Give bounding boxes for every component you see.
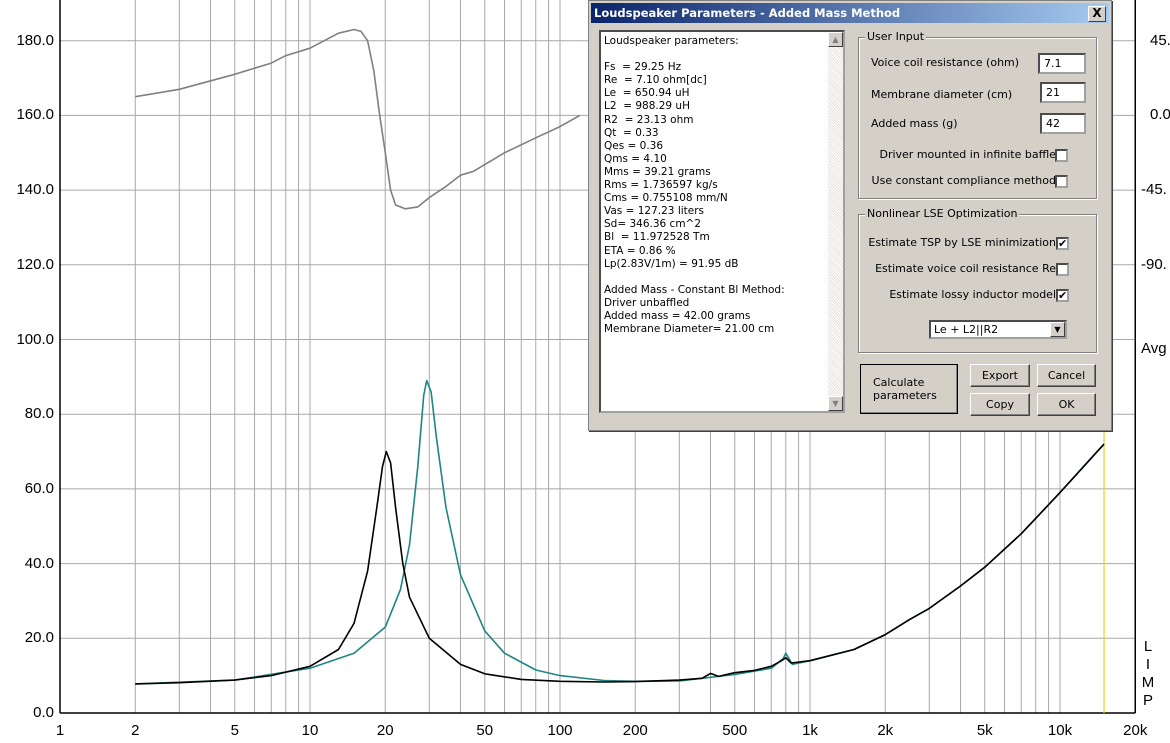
x-tick-label: 5k — [976, 722, 993, 739]
dialog-title: Loudspeaker Parameters - Added Mass Meth… — [594, 6, 901, 20]
inductor-model-select[interactable]: Le + L2||R2 ▼ — [929, 320, 1067, 339]
x-tick-label: 2 — [131, 722, 140, 739]
infinite-baffle-label: Driver mounted in infinite baffle — [879, 148, 1056, 161]
result-line: Sd= 346.36 cm^2 — [604, 218, 702, 231]
y2-tick-label: 45. — [1150, 31, 1170, 49]
y-tick-label: 60.0 — [24, 479, 54, 497]
side-letter: P — [1142, 692, 1153, 709]
result-line: Fs = 29.25 Hz — [604, 61, 682, 74]
y2-tick-label: -45. — [1141, 181, 1167, 199]
x-tick-label: 100 — [547, 722, 573, 739]
x-tick-label: 10k — [1047, 722, 1073, 739]
cancel-button[interactable]: Cancel — [1037, 364, 1096, 387]
result-line: Qes = 0.36 — [604, 139, 664, 152]
ok-button[interactable]: OK — [1037, 393, 1096, 416]
result-line: Membrane Diameter= 21.00 cm — [604, 323, 775, 336]
side-letter: L — [1143, 638, 1153, 655]
result-line — [604, 271, 785, 284]
x-tick-label: 1 — [55, 722, 65, 739]
y-tick-label: 180.0 — [16, 31, 54, 49]
x-tick-label: 5 — [230, 722, 239, 739]
group-label: User Input — [865, 30, 927, 43]
lse-optimization-group: Nonlinear LSE Optimization Estimate TSP … — [858, 207, 1097, 353]
results-textbox[interactable]: Loudspeaker parameters: Fs = 29.25 Hz Re … — [599, 30, 845, 413]
x-tick-label: 20 — [376, 722, 394, 739]
lossy-inductor-checkbox[interactable]: ✔ — [1056, 289, 1069, 302]
estimate-tsp-label: Estimate TSP by LSE minimization — [868, 236, 1056, 249]
result-line: Bl = 11.972528 Tm — [604, 231, 710, 244]
added-mass-input[interactable]: 42 — [1040, 113, 1086, 134]
result-line: Driver unbaffled — [604, 296, 690, 309]
result-line: Added mass = 42.00 grams — [604, 309, 751, 322]
y-tick-label: 160.0 — [16, 106, 54, 124]
result-line: Vas = 127.23 liters — [604, 205, 705, 218]
added-mass-label: Added mass (g) — [871, 117, 958, 130]
voice-coil-label: Voice coil resistance (ohm) — [871, 56, 1020, 69]
estimate-re-checkbox[interactable] — [1056, 263, 1069, 276]
estimate-tsp-checkbox[interactable]: ✔ — [1056, 237, 1069, 250]
result-line: ETA = 0.86 % — [604, 244, 676, 257]
membrane-label: Membrane diameter (cm) — [871, 88, 1013, 101]
y-tick-label: 100.0 — [16, 330, 54, 348]
result-line: Rms = 1.736597 kg/s — [604, 179, 718, 192]
y2-tick-label: -90. — [1141, 255, 1167, 273]
y-tick-label: 120.0 — [16, 255, 54, 273]
vertical-scrollbar[interactable]: ▲ ▼ — [828, 32, 843, 411]
chevron-down-icon[interactable]: ▼ — [1050, 322, 1065, 337]
calculate-parameters-button[interactable]: Calculate parameters — [860, 364, 958, 414]
constant-compliance-label: Use constant compliance method — [871, 174, 1056, 187]
scroll-down-icon[interactable]: ▼ — [828, 396, 843, 411]
copy-button[interactable]: Copy — [970, 393, 1030, 416]
voice-coil-input[interactable]: 7.1 — [1038, 53, 1086, 74]
x-tick-label: 500 — [722, 722, 748, 739]
scroll-up-icon[interactable]: ▲ — [828, 32, 843, 47]
side-letter: I — [1145, 656, 1151, 673]
result-line: Added Mass - Constant Bl Method: — [604, 283, 785, 296]
x-tick-label: 50 — [476, 722, 494, 739]
infinite-baffle-checkbox[interactable] — [1055, 149, 1068, 162]
user-input-group: User Input Voice coil resistance (ohm) 7… — [858, 30, 1097, 199]
side-letter: M — [1141, 674, 1155, 691]
result-line: Lp(2.83V/1m) = 91.95 dB — [604, 257, 739, 270]
loudspeaker-parameters-dialog: Loudspeaker Parameters - Added Mass Meth… — [588, 0, 1112, 431]
y-tick-label: 0.0 — [33, 704, 54, 721]
result-line: Re = 7.10 ohm[dc] — [604, 74, 707, 87]
estimate-re-label: Estimate voice coil resistance Re — [875, 262, 1056, 275]
close-button[interactable]: X — [1088, 6, 1106, 22]
result-line: Mms = 39.21 grams — [604, 165, 711, 178]
lossy-inductor-label: Estimate lossy inductor model — [889, 288, 1056, 301]
result-line: Qms = 4.10 — [604, 152, 667, 165]
export-button[interactable]: Export — [970, 364, 1030, 387]
y-tick-label: 140.0 — [16, 181, 54, 199]
result-line: Cms = 0.755108 mm/N — [604, 192, 728, 205]
constant-compliance-checkbox[interactable] — [1055, 175, 1068, 188]
results-text: Loudspeaker parameters: Fs = 29.25 Hz Re … — [604, 35, 785, 336]
membrane-input[interactable]: 21 — [1040, 82, 1086, 103]
result-line: R2 = 23.13 ohm — [604, 113, 694, 126]
y-tick-label: 40.0 — [24, 554, 54, 572]
axis-side-label: L I M P — [1141, 638, 1155, 710]
x-tick-label: 2k — [877, 722, 894, 739]
x-tick-label: 10 — [301, 722, 319, 739]
group-label: Nonlinear LSE Optimization — [865, 207, 1020, 220]
selected-model: Le + L2||R2 — [934, 323, 999, 336]
y2-tick-label: 0.0 — [1150, 106, 1170, 124]
result-line: Qt = 0.33 — [604, 126, 659, 139]
x-tick-label: 1k — [802, 722, 818, 739]
y-tick-label: 20.0 — [24, 629, 54, 647]
result-line — [604, 48, 785, 61]
y-tick-label: 80.0 — [24, 405, 54, 423]
result-line: Loudspeaker parameters: — [604, 35, 739, 47]
avg-label: Avg — [1141, 340, 1167, 357]
x-tick-label: 20k — [1123, 722, 1148, 739]
x-tick-label: 200 — [622, 722, 648, 739]
dialog-titlebar[interactable]: Loudspeaker Parameters - Added Mass Meth… — [591, 3, 1109, 23]
series-phase-line — [135, 28, 581, 210]
result-line: L2 = 988.29 uH — [604, 100, 690, 113]
result-line: Le = 650.94 uH — [604, 87, 690, 100]
